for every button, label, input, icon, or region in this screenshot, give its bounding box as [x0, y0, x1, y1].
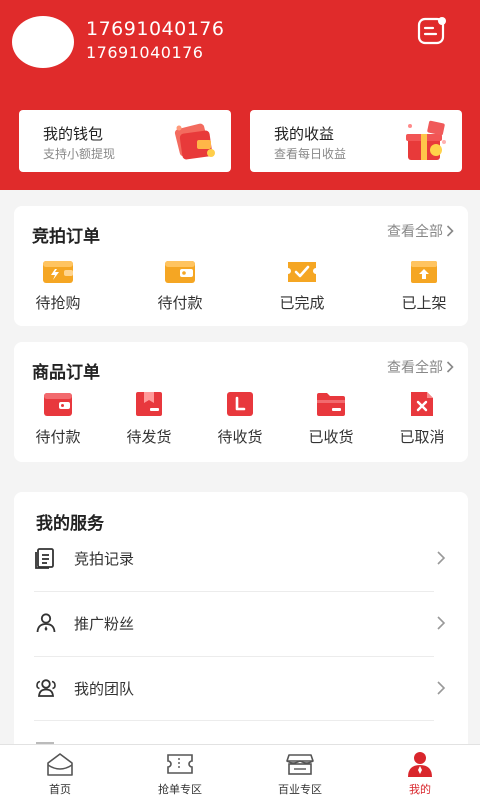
- product-pending-receipt[interactable]: 待收货: [200, 390, 280, 447]
- tab-industries[interactable]: 百业专区: [255, 751, 345, 797]
- product-cancelled-label: 已取消: [399, 428, 445, 446]
- product-pending-payment[interactable]: 待付款: [18, 390, 98, 447]
- service-promote-fans[interactable]: 推广粉丝: [34, 591, 448, 655]
- divider: [34, 720, 434, 721]
- product-pending-payment-label: 待付款: [35, 428, 81, 446]
- earnings-card[interactable]: 我的收益 查看每日收益: [250, 110, 462, 172]
- user-icon: [408, 752, 432, 777]
- auction-pending-grab-label: 待抢购: [35, 294, 81, 312]
- gift-illustration-icon: [402, 120, 450, 164]
- earnings-subtitle: 查看每日收益: [274, 147, 347, 161]
- wallet-illustration-icon: [171, 120, 219, 164]
- phone-number: 17691040176: [86, 43, 204, 62]
- box-upload-icon: [411, 261, 437, 283]
- wallet-subtitle: 支持小额提现: [43, 147, 116, 161]
- chevron-right-icon: [446, 361, 454, 373]
- message-icon[interactable]: [416, 15, 448, 47]
- auction-orders-card: 竞拍订单 查看全部 待抢购 待付款 已完成 已上架: [14, 206, 468, 326]
- chevron-right-icon: [437, 616, 446, 630]
- product-pending-shipment-label: 待发货: [126, 428, 172, 446]
- auction-listed-label: 已上架: [401, 294, 447, 312]
- wallet-clock-icon: [43, 261, 73, 283]
- auction-orders-see-all[interactable]: 查看全部: [387, 221, 454, 241]
- service-promote-fans-label: 推广粉丝: [74, 614, 135, 633]
- earnings-title: 我的收益: [274, 125, 335, 143]
- auction-pending-payment[interactable]: 待付款: [140, 258, 220, 313]
- auction-completed[interactable]: 已完成: [262, 258, 342, 313]
- see-all-label: 查看全部: [387, 224, 443, 240]
- wallet-card[interactable]: 我的钱包 支持小额提现: [19, 110, 231, 172]
- service-auction-records-label: 竞拍记录: [74, 549, 135, 568]
- chevron-right-icon: [437, 681, 446, 695]
- product-received[interactable]: 已收货: [291, 390, 371, 447]
- auction-orders-title: 竞拍订单: [32, 227, 100, 247]
- service-auction-records[interactable]: 竞拍记录: [34, 526, 448, 590]
- product-pending-shipment[interactable]: 待发货: [109, 390, 189, 447]
- wallet-icon: [165, 261, 195, 283]
- tab-home-label: 首页: [49, 783, 71, 796]
- auction-pending-payment-label: 待付款: [157, 294, 203, 312]
- check-ticket-icon: [288, 262, 316, 282]
- chevron-right-icon: [446, 225, 454, 237]
- service-my-team-label: 我的团队: [74, 679, 135, 698]
- product-pending-receipt-label: 待收货: [217, 428, 263, 446]
- document-list-icon: [35, 548, 54, 569]
- bottom-tabbar: 首页 抢单专区 百业专区 我的: [0, 744, 480, 800]
- tab-home[interactable]: 首页: [15, 751, 105, 797]
- product-orders-card: 商品订单 查看全部 待付款 待发货 待收货 已收货 已取消: [14, 342, 468, 462]
- avatar[interactable]: [12, 16, 74, 68]
- chevron-right-icon: [437, 551, 446, 565]
- home-icon: [47, 753, 73, 776]
- store-icon: [286, 754, 314, 775]
- username: 17691040176: [86, 18, 225, 40]
- package-icon: [136, 392, 162, 416]
- auction-pending-grab[interactable]: 待抢购: [18, 258, 98, 313]
- see-all-label: 查看全部: [387, 360, 443, 376]
- product-orders-see-all[interactable]: 查看全部: [387, 357, 454, 377]
- tab-mine-label: 我的: [409, 783, 431, 796]
- product-received-label: 已收货: [308, 428, 354, 446]
- auction-listed[interactable]: 已上架: [384, 258, 464, 313]
- team-icon: [36, 679, 56, 697]
- auction-completed-label: 已完成: [279, 294, 325, 312]
- folder-icon: [317, 393, 345, 416]
- ticket-icon: [167, 754, 193, 774]
- cancel-doc-icon: [411, 392, 433, 416]
- tab-mine[interactable]: 我的: [375, 751, 465, 797]
- tab-grab-orders[interactable]: 抢单专区: [135, 751, 225, 797]
- receive-box-icon: [227, 392, 253, 416]
- person-icon: [36, 613, 56, 633]
- product-cancelled[interactable]: 已取消: [382, 390, 462, 447]
- services-card: 我的服务 竞拍记录 推广粉丝 我的团队: [14, 492, 468, 762]
- tab-grab-orders-label: 抢单专区: [158, 783, 202, 796]
- wallet-title: 我的钱包: [43, 125, 104, 143]
- service-my-team[interactable]: 我的团队: [34, 656, 448, 720]
- product-orders-title: 商品订单: [32, 363, 100, 383]
- wallet-icon: [44, 393, 72, 416]
- tab-industries-label: 百业专区: [278, 783, 322, 796]
